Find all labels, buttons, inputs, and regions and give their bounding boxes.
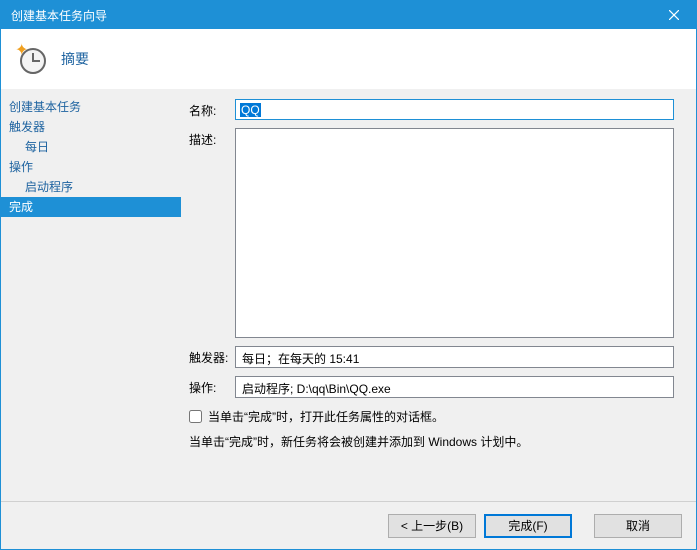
finish-info-text: 当单击“完成”时，新任务将会被创建并添加到 Windows 计划中。	[189, 433, 674, 450]
action-value: 启动程序; D:\qq\Bin\QQ.exe	[235, 376, 674, 398]
open-properties-checkbox[interactable]	[189, 410, 202, 423]
content-pane: 名称: QQ 描述: 触发器: 每日；在每天的 15:41 操作: 启动程序; …	[181, 89, 696, 501]
description-label: 描述:	[189, 128, 235, 148]
trigger-value: 每日；在每天的 15:41	[235, 346, 674, 368]
name-label: 名称:	[189, 99, 235, 119]
wizard-header: ✦ 摘要	[1, 29, 696, 89]
name-input-value: QQ	[240, 103, 261, 117]
sidebar-item-create-basic-task[interactable]: 创建基本任务	[1, 97, 181, 117]
sidebar-item-start-program[interactable]: 启动程序	[1, 177, 181, 197]
page-title: 摘要	[61, 49, 89, 69]
wizard-footer: < 上一步(B) 完成(F) 取消	[1, 501, 696, 549]
sidebar-item-trigger[interactable]: 触发器	[1, 117, 181, 137]
description-input[interactable]	[235, 128, 674, 338]
close-button[interactable]	[651, 1, 696, 29]
trigger-label: 触发器:	[189, 346, 235, 366]
sidebar-item-daily[interactable]: 每日	[1, 137, 181, 157]
sidebar-item-finish[interactable]: 完成	[1, 197, 181, 217]
window-title: 创建基本任务向导	[11, 7, 107, 24]
close-icon	[669, 10, 679, 20]
back-button[interactable]: < 上一步(B)	[388, 514, 476, 538]
action-label: 操作:	[189, 376, 235, 396]
open-properties-label: 当单击“完成”时，打开此任务属性的对话框。	[208, 408, 444, 425]
titlebar: 创建基本任务向导	[1, 1, 696, 29]
finish-button[interactable]: 完成(F)	[484, 514, 572, 538]
cancel-button[interactable]: 取消	[594, 514, 682, 538]
scheduled-task-icon: ✦	[15, 43, 47, 75]
sidebar-item-action[interactable]: 操作	[1, 157, 181, 177]
wizard-steps-sidebar: 创建基本任务 触发器 每日 操作 启动程序 完成	[1, 89, 181, 501]
name-input[interactable]: QQ	[235, 99, 674, 120]
